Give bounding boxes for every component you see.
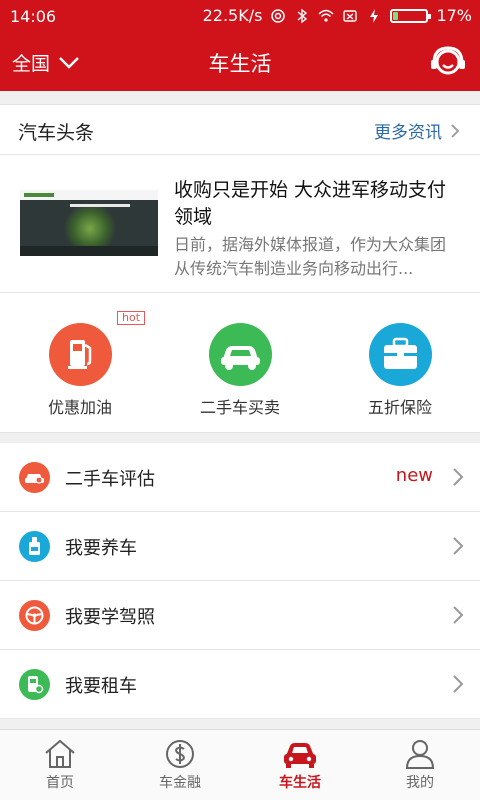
new-badge: new [395, 465, 433, 486]
divider [0, 91, 480, 105]
list-item-car-rental[interactable]: 我要租车 [0, 650, 480, 719]
tab-car-life[interactable]: 车生活 [240, 730, 360, 800]
car-life-icon [284, 743, 316, 768]
battery-percent: 17% [436, 6, 472, 25]
more-news-label: 更多资讯 [374, 123, 442, 143]
tab-label: 车金融 [159, 775, 201, 791]
list-item-label: 我要养车 [65, 538, 137, 559]
status-icons: 22.5K/s 17% [203, 6, 472, 25]
app-header: 全国 车生活 [0, 33, 480, 91]
sync-icon [271, 8, 286, 23]
wifi-icon [318, 9, 334, 22]
list-item-label: 二手车评估 [65, 469, 155, 490]
divider [0, 432, 480, 443]
page-title: 车生活 [208, 52, 272, 76]
car-icon [208, 323, 272, 386]
chevron-right-icon [453, 675, 464, 693]
list-item-used-car-appraisal[interactable]: 二手车评估 new [0, 443, 480, 512]
home-icon [45, 739, 75, 768]
car-appraisal-icon [19, 462, 50, 493]
service-label: 五折保险 [367, 398, 432, 417]
chevron-right-icon [453, 606, 464, 624]
news-item[interactable]: 收购只是开始 大众进军移动支付领域 日前，据海外媒体报道，作为大众集团从传统汽车… [0, 155, 480, 293]
chevron-right-icon [453, 537, 464, 555]
tab-label: 我的 [406, 775, 434, 791]
more-news-link[interactable]: 更多资讯 [374, 118, 460, 143]
tab-profile[interactable]: 我的 [360, 730, 480, 800]
news-thumbnail [20, 190, 158, 256]
network-speed: 22.5K/s [202, 6, 263, 25]
service-used-car-trade[interactable]: 二手车买卖 [180, 323, 300, 418]
tab-label: 首页 [46, 775, 74, 791]
oil-bottle-icon [19, 531, 50, 562]
service-half-price-insurance[interactable]: 五折保险 [340, 323, 460, 418]
briefcase-icon [368, 323, 432, 386]
battery-icon [390, 8, 432, 23]
status-time: 14:06 [10, 7, 57, 26]
tab-home[interactable]: 首页 [0, 730, 120, 800]
bluetooth-icon [297, 8, 308, 23]
customer-service-icon[interactable] [428, 43, 468, 81]
profile-icon [405, 740, 435, 769]
list-item-driving-license[interactable]: 我要学驾照 [0, 581, 480, 650]
bottom-tab-bar: 首页 车金融 车生活 我的 [0, 729, 480, 800]
fuel-pump-icon [48, 323, 112, 386]
main-content: 汽车头条 更多资讯 收购只是开始 大众进军移动支付领域 日前，据海外媒体报道，作… [0, 91, 480, 719]
services-grid: 优惠加油 hot 二手车买卖 五折保险 [0, 293, 480, 432]
car-key-icon [19, 669, 50, 700]
charging-icon [370, 8, 379, 23]
list-item-car-maintenance[interactable]: 我要养车 [0, 512, 480, 581]
chevron-right-icon [451, 123, 460, 138]
list-item-label: 我要学驾照 [65, 607, 155, 628]
news-section-label: 汽车头条 [18, 122, 95, 144]
status-bar: 14:06 22.5K/s 17% [0, 0, 480, 33]
list-item-label: 我要租车 [65, 676, 137, 697]
news-title: 收购只是开始 大众进军移动支付领域 [174, 179, 447, 228]
chevron-right-icon [453, 468, 464, 486]
steering-wheel-icon [19, 600, 50, 631]
tab-finance[interactable]: 车金融 [120, 730, 240, 800]
service-fuel-discount[interactable]: 优惠加油 hot [20, 311, 146, 418]
tab-label: 车生活 [279, 775, 321, 791]
news-summary: 日前，据海外媒体报道，作为大众集团从传统汽车制造业务向移动出行... [174, 235, 447, 278]
hot-badge: hot [117, 311, 146, 325]
no-sim-icon [343, 9, 358, 22]
news-section-header: 汽车头条 更多资讯 [0, 105, 480, 155]
service-label: 优惠加油 [47, 398, 112, 417]
finance-icon [166, 740, 194, 768]
service-label: 二手车买卖 [199, 398, 280, 417]
